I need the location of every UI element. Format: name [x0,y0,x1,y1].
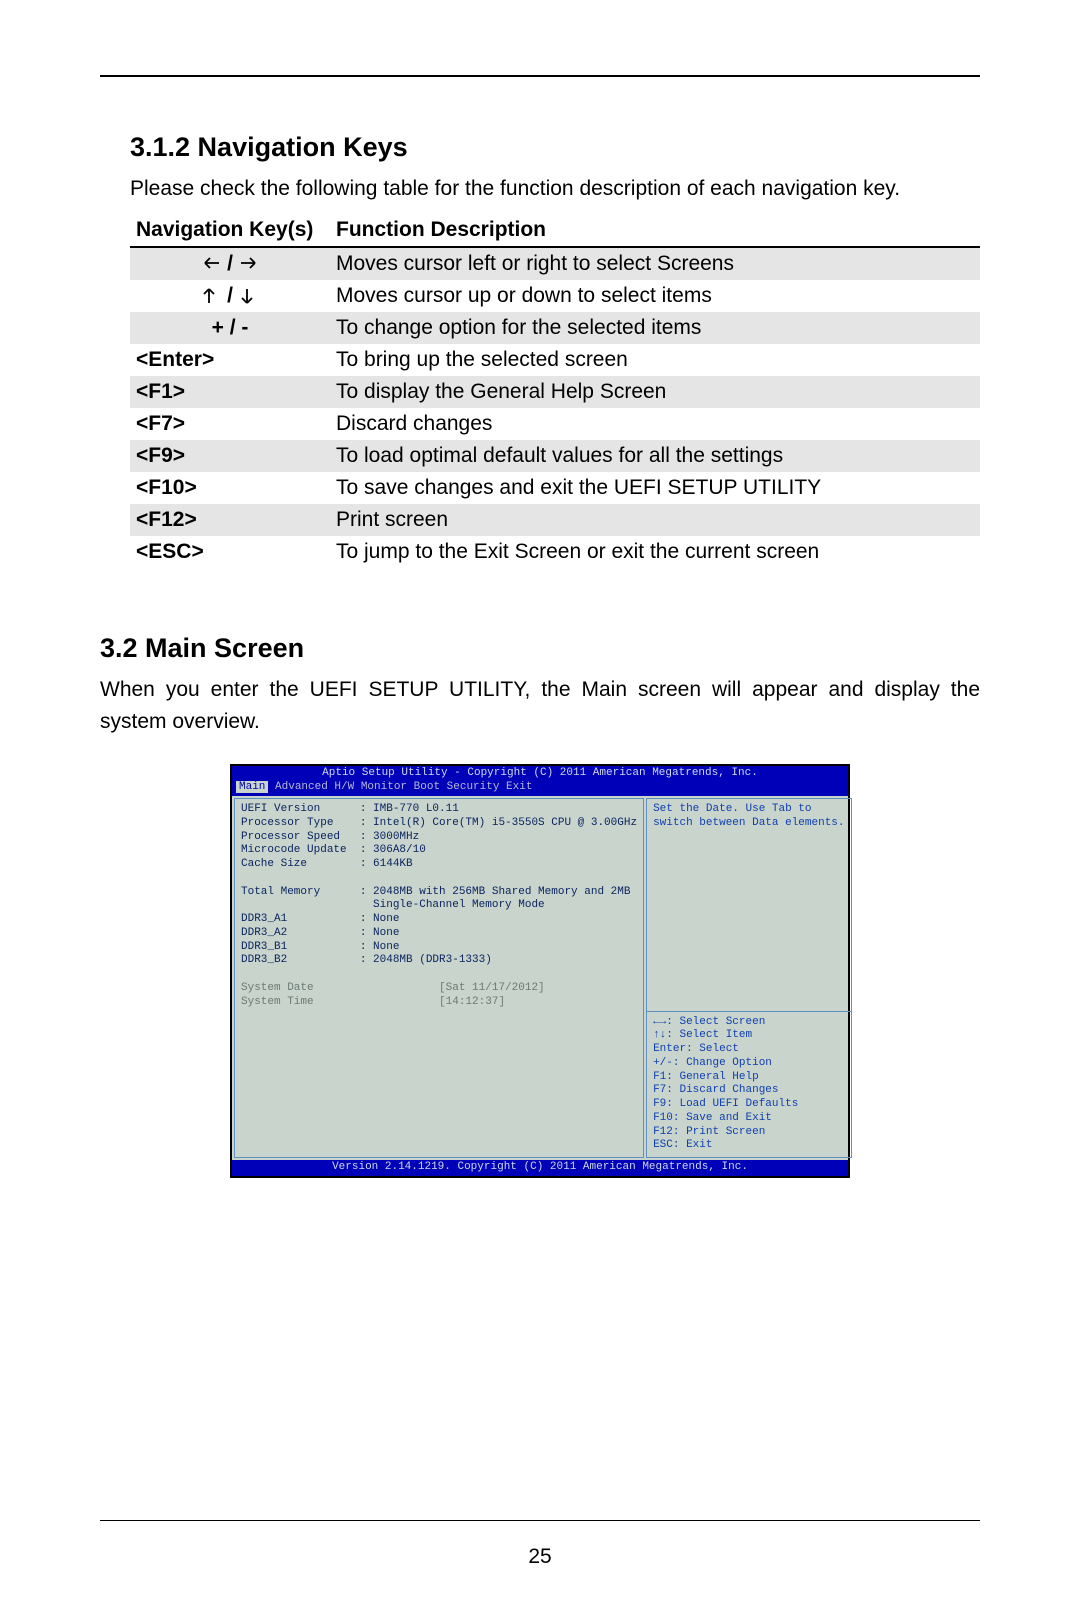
nav-desc-cell: Moves cursor left or right to select Scr… [330,247,980,280]
nav-key-cell: + / - [130,312,330,344]
nav-key-cell: / [130,280,330,312]
nav-key-cell: <F1> [130,376,330,408]
bios-system-date: System Date [Sat 11/17/2012] [241,982,637,996]
nav-keys-table: Navigation Key(s) Function Description /… [130,214,980,568]
table-row: <F12>Print screen [130,504,980,536]
bios-info-line: DDR3_B2 : 2048MB (DDR3-1333) [241,954,637,968]
bios-system-time: System Time [14:12:37] [241,996,637,1010]
intro-main-screen: When you enter the UEFI SETUP UTILITY, t… [100,674,980,739]
heading-nav-keys: 3.1.2 Navigation Keys [130,132,980,163]
heading-main-screen: 3.2 Main Screen [100,633,980,664]
nav-desc-cell: Print screen [330,504,980,536]
bios-left-panel: UEFI Version : IMB-770 L0.11Processor Ty… [234,798,644,1158]
nav-desc-cell: To jump to the Exit Screen or exit the c… [330,536,980,568]
nav-key-cell: <F9> [130,440,330,472]
bios-info-line: Cache Size : 6144KB [241,858,637,872]
bios-info-line: Microcode Update : 306A8/10 [241,844,637,858]
nav-key-cell: <Enter> [130,344,330,376]
bios-title: Aptio Setup Utility - Copyright (C) 2011… [232,766,848,782]
bios-version: Version 2.14.1219. Copyright (C) 2011 Am… [232,1160,848,1176]
th-desc: Function Description [330,214,980,247]
page-number: 25 [0,1545,1080,1569]
nav-desc-cell: To change option for the selected items [330,312,980,344]
rule-top [100,75,980,77]
nav-key-cell: <F12> [130,504,330,536]
table-row: <F10>To save changes and exit the UEFI S… [130,472,980,504]
arrow-left-icon [201,252,221,275]
bios-info-line: Single-Channel Memory Mode [241,899,637,913]
bios-info-line: DDR3_B1 : None [241,941,637,955]
bios-info-line [241,872,637,886]
table-row: <F9>To load optimal default values for a… [130,440,980,472]
bios-menu-main: Main [236,781,268,793]
nav-desc-cell: Discard changes [330,408,980,440]
nav-key-cell: / [130,247,330,280]
rule-bottom [100,1520,980,1521]
th-key: Navigation Key(s) [130,214,330,247]
bios-help-key-line: F12: Print Screen [653,1126,844,1140]
nav-desc-cell: Moves cursor up or down to select items [330,280,980,312]
bios-help-key-line: ←→: Select Screen [653,1016,844,1030]
bios-help-key-line: F10: Save and Exit [653,1112,844,1126]
nav-desc-cell: To save changes and exit the UEFI SETUP … [330,472,980,504]
bios-help-keys: ←→: Select Screen↑↓: Select ItemEnter: S… [646,1012,851,1159]
bios-screenshot: Aptio Setup Utility - Copyright (C) 2011… [230,764,850,1178]
arrow-up-icon [201,284,221,307]
intro-nav-keys: Please check the following table for the… [130,173,980,206]
table-row: / Moves cursor left or right to select S… [130,247,980,280]
nav-desc-cell: To bring up the selected screen [330,344,980,376]
bios-info-line: Total Memory : 2048MB with 256MB Shared … [241,886,637,900]
bios-help-top: Set the Date. Use Tab to switch between … [646,798,851,1012]
bios-help-key-line: Enter: Select [653,1043,844,1057]
table-row: <ESC>To jump to the Exit Screen or exit … [130,536,980,568]
bios-menu: Main Advanced H/W Monitor Boot Security … [232,781,848,796]
bios-info-line: Processor Speed : 3000MHz [241,831,637,845]
bios-info-line: UEFI Version : IMB-770 L0.11 [241,803,637,817]
bios-menu-rest: Advanced H/W Monitor Boot Security Exit [275,781,532,793]
bios-help-line: Set the Date. Use Tab to [653,803,844,817]
nav-key-cell: <F7> [130,408,330,440]
bios-help-key-line: +/-: Change Option [653,1057,844,1071]
bios-help-line: switch between Data elements. [653,817,844,831]
table-row: <Enter>To bring up the selected screen [130,344,980,376]
bios-info-line: DDR3_A1 : None [241,913,637,927]
nav-key-cell: <F10> [130,472,330,504]
nav-desc-cell: To display the General Help Screen [330,376,980,408]
bios-help-key-line: F1: General Help [653,1071,844,1085]
table-row: <F7>Discard changes [130,408,980,440]
table-row: <F1>To display the General Help Screen [130,376,980,408]
arrow-right-icon [239,252,259,275]
nav-desc-cell: To load optimal default values for all t… [330,440,980,472]
bios-info-line: DDR3_A2 : None [241,927,637,941]
bios-help-key-line: ↑↓: Select Item [653,1029,844,1043]
bios-help-key-line: ESC: Exit [653,1139,844,1153]
table-row: / Moves cursor up or down to select item… [130,280,980,312]
arrow-down-icon [239,284,259,307]
bios-help-key-line: F7: Discard Changes [653,1084,844,1098]
bios-info-line: Processor Type : Intel(R) Core(TM) i5-35… [241,817,637,831]
bios-help-key-line: F9: Load UEFI Defaults [653,1098,844,1112]
table-row: + / -To change option for the selected i… [130,312,980,344]
nav-key-cell: <ESC> [130,536,330,568]
